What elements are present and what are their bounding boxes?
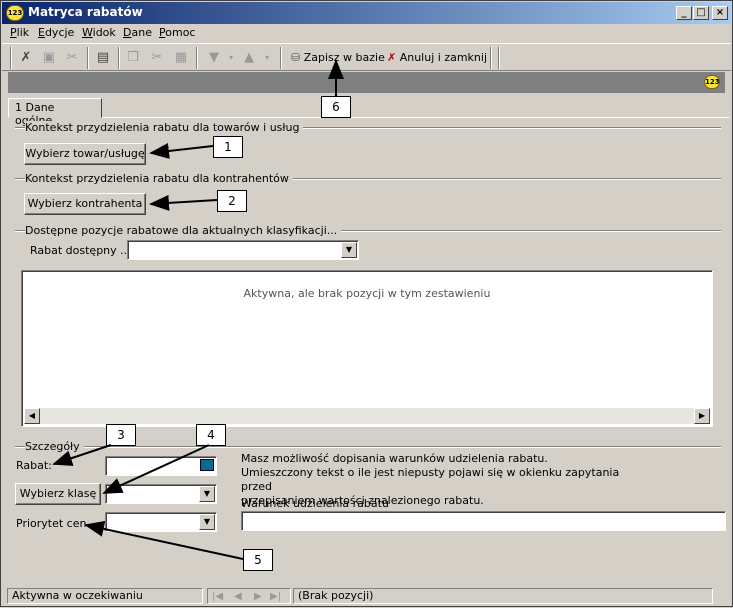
copy-icon[interactable]: ❐ [124,49,142,67]
cancel-close-label: Anuluj i zamknij [399,51,488,64]
callout-6: 6 [321,96,351,118]
status-state: Aktywna w oczekiwaniu [7,588,203,604]
class-select[interactable]: ▼ [105,484,217,504]
cut-icon[interactable]: ✂ [148,49,166,67]
prev-record-icon[interactable]: ◀ [234,590,242,604]
scroll-right-icon[interactable]: ▶ [694,408,710,424]
paste-icon[interactable]: ▦ [172,49,190,67]
condition-label: Warunek udzielenia rabatu [241,497,389,510]
condition-input[interactable] [241,511,726,531]
available-discount-select[interactable]: ▼ [127,240,359,260]
toolbar-separator [10,47,12,69]
menu-plik[interactable]: Plik [10,26,29,39]
callout-arrow-1 [149,143,214,159]
discount-input[interactable] [105,456,217,476]
goods-group-title: Kontekst przydzielenia rabatu dla towaró… [25,121,304,134]
group-divider [15,446,721,448]
menu-hotkey: E [38,26,45,39]
menu-label: ane [131,26,152,39]
cut-record-icon[interactable]: ✂ [63,49,81,67]
menu-label: lik [16,26,30,39]
select-contractor-button[interactable]: Wybierz kontrahenta [24,193,146,215]
details-group-title: Szczegóły [25,440,84,453]
window-title: Matryca rabatów [28,5,143,19]
menu-label: dycje [44,26,75,39]
toolbar-separator [196,47,198,69]
maximize-button[interactable]: □ [693,6,709,20]
title-bar: 123 Matryca rabatów _ □ × [2,2,731,24]
record-navigator: |◀ ◀ ▶ ▶| [207,588,291,604]
price-priority-select[interactable]: ▼ [105,512,217,532]
toolbar-separator [118,47,120,69]
cancel-icon: ✗ [387,51,397,64]
database-icon: ⛁ [291,51,301,64]
properties-icon[interactable]: ▤ [94,49,112,67]
toolbar-separator [87,47,89,69]
save-icon[interactable]: ▣ [40,49,58,67]
toolbar-separator [498,47,500,69]
scroll-left-icon[interactable]: ◀ [24,408,40,424]
menu-edycje[interactable]: Edycje [38,26,74,39]
info-line: Masz możliwość dopisania warunków udziel… [241,452,548,465]
price-priority-label: Priorytet cen [16,517,87,530]
empty-list-message: Aktywna, ale brak pozycji w tym zestawie… [243,287,491,300]
save-to-db-button[interactable]: ⛁ Zapisz w bazie [291,49,385,67]
callout-5: 5 [243,549,273,571]
toolbar-separator [280,47,282,69]
callout-4: 4 [196,424,226,446]
toolbar: ✗ ▣ ✂ ▤ ❐ ✂ ▦ ▼ ▾ ▲ ▾ ⛁ Zapisz w bazie ✗… [2,43,731,71]
tab-dane-ogolne[interactable]: 1 Dane ogólne [8,98,102,127]
callout-arrow-2 [149,194,218,211]
positions-group-title: Dostępne pozycje rabatowe dla aktualnych… [25,224,342,237]
menu-widok[interactable]: Widok [82,26,116,39]
down-icon[interactable]: ▼ [205,49,223,67]
header-strip: 123 [8,72,725,93]
select-goods-button[interactable]: Wybierz towar/usługę [24,143,146,165]
status-position: (Brak pozycji) [293,588,713,604]
select-class-button[interactable]: Wybierz klasę [15,483,101,505]
up-dropdown-icon[interactable]: ▾ [258,49,276,67]
next-record-icon[interactable]: ▶ [254,590,262,604]
discount-label: Rabat: [16,459,52,472]
menu-bar: Plik Edycje Widok Dane Pomoc [2,24,731,42]
menu-pomoc[interactable]: Pomoc [159,26,195,39]
contractors-group-title: Kontekst przydzielenia rabatu dla kontra… [25,172,293,185]
app-icon: 123 [6,5,24,21]
chevron-down-icon[interactable]: ▼ [199,514,215,530]
save-to-db-label: Zapisz w bazie [303,51,385,64]
menu-label: idok [92,26,116,39]
menu-label: omoc [165,26,196,39]
first-record-icon[interactable]: |◀ [212,590,223,604]
app-window: 123 Matryca rabatów _ □ × Plik Edycje Wi… [0,0,733,607]
cancel-close-button[interactable]: ✗ Anuluj i zamknij [387,49,487,67]
menu-hotkey: P [10,26,17,39]
tab-baseline [8,117,729,118]
callout-2: 2 [217,190,247,212]
menu-hotkey: W [82,26,93,39]
horizontal-scrollbar[interactable]: ◀ ▶ [24,408,710,424]
app-badge-icon: 123 [704,75,720,89]
close-button[interactable]: × [712,6,728,20]
down-dropdown-icon[interactable]: ▾ [222,49,240,67]
callout-3: 3 [106,424,136,446]
chevron-down-icon[interactable]: ▼ [341,242,357,258]
status-bar: Aktywna w oczekiwaniu |◀ ◀ ▶ ▶| (Brak po… [2,586,731,606]
up-icon[interactable]: ▲ [240,49,258,67]
calculator-icon[interactable] [200,459,214,471]
minimize-button[interactable]: _ [676,6,692,20]
available-discount-label: Rabat dostępny ... [30,244,131,257]
discount-positions-list[interactable]: Aktywna, ale brak pozycji w tym zestawie… [21,270,713,427]
menu-dane[interactable]: Dane [123,26,152,39]
toolbar-separator [490,47,492,69]
info-line: Umieszczony tekst o ile jest niepusty po… [241,466,620,493]
last-record-icon[interactable]: ▶| [270,590,281,604]
callout-1: 1 [213,136,243,158]
delete-icon[interactable]: ✗ [17,49,35,67]
chevron-down-icon[interactable]: ▼ [199,486,215,502]
